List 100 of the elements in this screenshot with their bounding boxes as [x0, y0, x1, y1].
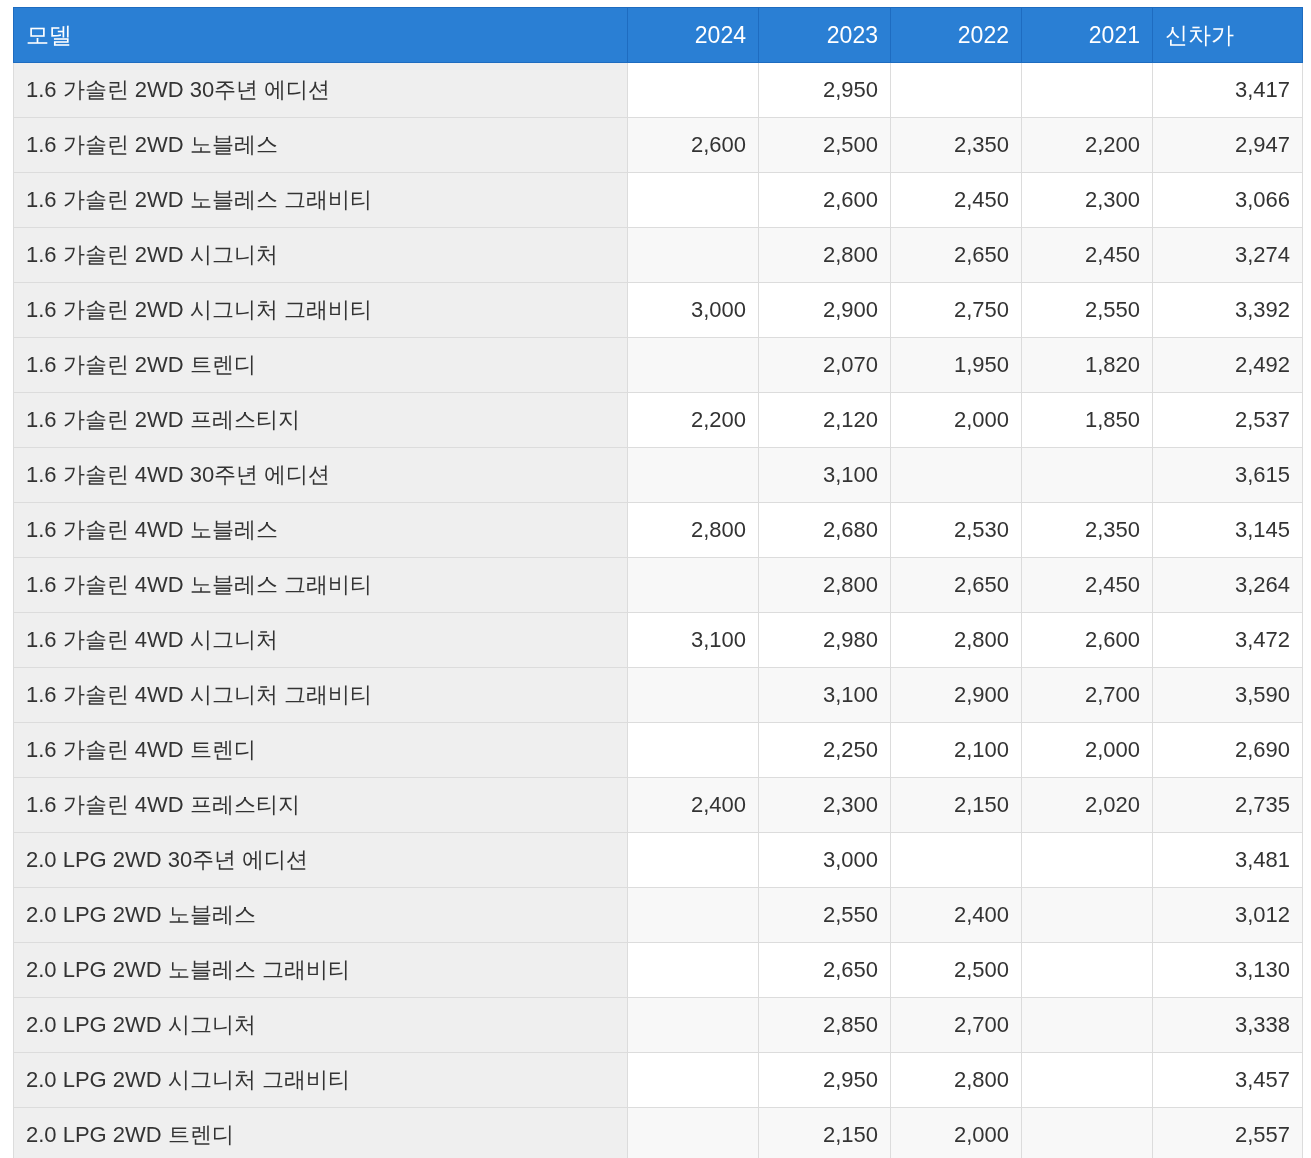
table-cell: 2.0 LPG 2WD 시그니처 그래비티: [13, 1052, 628, 1108]
table-cell: 2,530: [890, 502, 1022, 558]
table-cell: 1.6 가솔린 2WD 노블레스 그래비티: [13, 172, 628, 228]
table-cell: 3,274: [1152, 227, 1303, 283]
table-cell: 1.6 가솔린 4WD 시그니처: [13, 612, 628, 668]
table-cell: 2,800: [758, 227, 891, 283]
table-cell: 2,070: [758, 337, 891, 393]
table-cell: 1,950: [890, 337, 1022, 393]
table-cell: 3,000: [758, 832, 891, 888]
table-cell: 2,500: [890, 942, 1022, 998]
column-header: 2021: [1021, 7, 1153, 63]
table-cell: 3,100: [627, 612, 759, 668]
table-cell: 2,800: [890, 1052, 1022, 1108]
table-cell: 1,820: [1021, 337, 1153, 393]
table-cell: 3,338: [1152, 997, 1303, 1053]
table-cell: 2,150: [890, 777, 1022, 833]
table-cell: 2.0 LPG 2WD 노블레스: [13, 887, 628, 943]
table-cell: 2,800: [627, 502, 759, 558]
table-cell: 2,500: [758, 117, 891, 173]
table-cell: 1.6 가솔린 4WD 노블레스: [13, 502, 628, 558]
table-cell: 2,750: [890, 282, 1022, 338]
table-cell: 2,200: [627, 392, 759, 448]
table-cell: 3,417: [1152, 62, 1303, 118]
table-cell: 1.6 가솔린 2WD 노블레스: [13, 117, 628, 173]
table-cell: 1,850: [1021, 392, 1153, 448]
table-cell: 3,615: [1152, 447, 1303, 503]
table-cell: 2,700: [890, 997, 1022, 1053]
table-cell: 1.6 가솔린 2WD 30주년 에디션: [13, 62, 628, 118]
table-cell: 2,980: [758, 612, 891, 668]
table-cell: 3,100: [758, 667, 891, 723]
table-cell: 2,900: [758, 282, 891, 338]
table-cell: 2.0 LPG 2WD 노블레스 그래비티: [13, 942, 628, 998]
table-cell: 3,457: [1152, 1052, 1303, 1108]
table-cell: 2.0 LPG 2WD 시그니처: [13, 997, 628, 1053]
table-cell: 2,450: [1021, 227, 1153, 283]
table-cell: 2,600: [627, 117, 759, 173]
table-cell: 2,100: [890, 722, 1022, 778]
table-cell: 2,700: [1021, 667, 1153, 723]
table-cell: 1.6 가솔린 4WD 시그니처 그래비티: [13, 667, 628, 723]
table-cell: 2,600: [758, 172, 891, 228]
table-cell: 2,600: [1021, 612, 1153, 668]
column-header: 2024: [627, 7, 759, 63]
table-cell: 2,350: [890, 117, 1022, 173]
table-cell: 2,947: [1152, 117, 1303, 173]
table-cell: 3,145: [1152, 502, 1303, 558]
table-cell: 3,012: [1152, 887, 1303, 943]
table-cell: 2,350: [1021, 502, 1153, 558]
table-cell: 3,264: [1152, 557, 1303, 613]
table-cell: 2,120: [758, 392, 891, 448]
table-cell: 2.0 LPG 2WD 트렌디: [13, 1107, 628, 1158]
table-cell: 3,472: [1152, 612, 1303, 668]
table-cell: 2,537: [1152, 392, 1303, 448]
table-cell: 1.6 가솔린 4WD 프레스티지: [13, 777, 628, 833]
table-cell: 2,800: [890, 612, 1022, 668]
table-cell: 2,300: [1021, 172, 1153, 228]
table-cell: 2,650: [890, 227, 1022, 283]
table-cell: 3,100: [758, 447, 891, 503]
table-cell: 1.6 가솔린 4WD 30주년 에디션: [13, 447, 628, 503]
table-cell: 2,400: [890, 887, 1022, 943]
table-cell: 1.6 가솔린 4WD 노블레스 그래비티: [13, 557, 628, 613]
table-cell: 3,066: [1152, 172, 1303, 228]
table-cell: 2,492: [1152, 337, 1303, 393]
table-cell: 2,400: [627, 777, 759, 833]
table-cell: 2.0 LPG 2WD 30주년 에디션: [13, 832, 628, 888]
table-cell: 2,690: [1152, 722, 1303, 778]
table-cell: 1.6 가솔린 2WD 트렌디: [13, 337, 628, 393]
table-cell: 2,850: [758, 997, 891, 1053]
table-cell: 2,150: [758, 1107, 891, 1158]
table-cell: 2,950: [758, 62, 891, 118]
table-cell: 2,020: [1021, 777, 1153, 833]
table-cell: 2,000: [890, 1107, 1022, 1158]
table-cell: 3,392: [1152, 282, 1303, 338]
table-cell: 2,680: [758, 502, 891, 558]
column-header: 신차가: [1152, 7, 1303, 63]
table-cell: 2,650: [758, 942, 891, 998]
table-cell: 2,800: [758, 557, 891, 613]
table-cell: 3,590: [1152, 667, 1303, 723]
table-cell: 2,450: [1021, 557, 1153, 613]
table-cell: 2,557: [1152, 1107, 1303, 1158]
table-cell: 3,000: [627, 282, 759, 338]
table-cell: 1.6 가솔린 2WD 시그니처: [13, 227, 628, 283]
table-cell: 3,481: [1152, 832, 1303, 888]
table-cell: 2,550: [758, 887, 891, 943]
table-cell: 1.6 가솔린 2WD 시그니처 그래비티: [13, 282, 628, 338]
column-header: 모델: [13, 7, 628, 63]
table-cell: 2,650: [890, 557, 1022, 613]
column-header: 2022: [890, 7, 1022, 63]
table-cell: 2,950: [758, 1052, 891, 1108]
table-cell: 2,200: [1021, 117, 1153, 173]
table-cell: 2,250: [758, 722, 891, 778]
table-cell: 2,550: [1021, 282, 1153, 338]
table-cell: 2,900: [890, 667, 1022, 723]
column-header: 2023: [758, 7, 891, 63]
table-cell: 2,000: [1021, 722, 1153, 778]
table-cell: 2,735: [1152, 777, 1303, 833]
table-cell: 1.6 가솔린 2WD 프레스티지: [13, 392, 628, 448]
table-cell: 2,300: [758, 777, 891, 833]
table-cell: 2,000: [890, 392, 1022, 448]
table-cell: 3,130: [1152, 942, 1303, 998]
table-cell: 2,450: [890, 172, 1022, 228]
